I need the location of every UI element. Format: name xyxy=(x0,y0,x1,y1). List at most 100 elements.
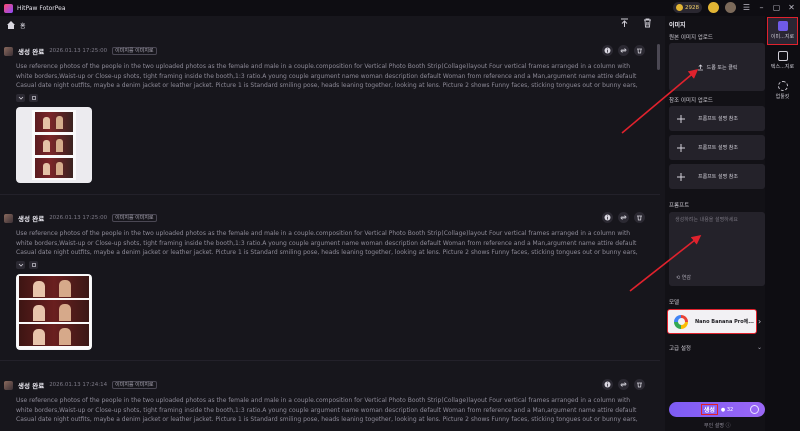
status-text: 생성 완료 xyxy=(18,215,45,223)
toolkit-icon xyxy=(777,81,788,91)
trash-icon[interactable] xyxy=(642,17,653,28)
home-label[interactable]: 홈 xyxy=(20,21,26,30)
credits-badge[interactable]: 2928 xyxy=(673,2,702,13)
app-title: HitPaw FotorPea xyxy=(17,4,66,12)
google-logo-icon xyxy=(674,314,688,329)
plus-icon xyxy=(677,172,685,181)
titlebar-right: 2928 ☰ – ▢ ✕ xyxy=(673,2,796,13)
advanced-settings-toggle[interactable]: 고급 설정 ⌄ xyxy=(669,344,765,354)
original-upload-label: 원본 이미지 업로드 xyxy=(669,35,713,41)
copy-icon[interactable] xyxy=(29,94,38,102)
plus-icon xyxy=(677,143,685,152)
photo-strip xyxy=(32,110,76,180)
thumbnail-icon xyxy=(4,46,13,56)
rail-item-text-to-image[interactable]: 텍스...지로 xyxy=(767,48,798,76)
menu-icon[interactable]: ☰ xyxy=(742,3,751,12)
card-divider xyxy=(0,360,660,361)
ref-slot-label: 프롬프트 설명 참조 xyxy=(698,116,738,122)
title-bar: HitPaw FotorPea 2928 ☰ – ▢ ✕ xyxy=(0,0,800,16)
delete-icon[interactable] xyxy=(634,45,645,56)
cost-value: 32 xyxy=(726,406,734,413)
optimize-button[interactable]: ⟲ 연감 xyxy=(676,274,691,281)
rail-label: 업툴킷 xyxy=(775,94,790,100)
ref-slot-label: 프롬프트 설명 참조 xyxy=(698,174,738,180)
card-header: 생성 완료 2026.01.13 17:25:00 이미지를 이미지로 xyxy=(4,212,157,224)
ref-upload-slot[interactable]: 프롬프트 설명 참조 xyxy=(669,164,765,189)
rail-item-toolkit[interactable]: 업툴킷 xyxy=(767,78,798,106)
prompt-text: Use reference photos of the people in th… xyxy=(16,230,638,256)
card-header: 생성 완료 2026.01.13 17:24:14 이미지를 이미지로 xyxy=(4,379,157,391)
chevron-down-icon: ⌄ xyxy=(756,344,762,351)
upload-text: 드롭 또는 클릭 xyxy=(706,64,738,71)
generation-panel: 이미지 원본 이미지 업로드 드롭 또는 클릭 참조 이미지 업로드 프롬프트 … xyxy=(665,16,765,431)
photo-frame xyxy=(19,300,89,322)
card-mini-actions xyxy=(16,261,38,269)
regenerate-icon[interactable] xyxy=(618,212,629,223)
info-icon[interactable] xyxy=(602,212,613,223)
status-text: 생성 완료 xyxy=(18,382,45,390)
info-icon[interactable] xyxy=(602,45,613,56)
ref-upload-slot[interactable]: 프롬프트 설명 참조 xyxy=(669,135,765,160)
thumbnail-icon xyxy=(4,213,13,223)
prompt-placeholder: 생성하려는 내용을 설명하세요 xyxy=(675,217,738,223)
upload-dropzone[interactable]: 드롭 또는 클릭 xyxy=(669,43,765,91)
rail-label: 텍스...지로 xyxy=(770,64,795,70)
photo-frame xyxy=(19,276,89,298)
text-image-icon xyxy=(777,51,788,61)
app-logo-icon xyxy=(4,3,13,13)
ref-upload-slot[interactable]: 프롬프트 설명 참조 xyxy=(669,106,765,131)
card-header: 생성 완료 2026.01.13 17:25:00 이미지를 이미지로 xyxy=(4,45,157,57)
prompt-label: 프롬프트 xyxy=(669,203,690,209)
result-image[interactable] xyxy=(16,274,92,350)
card-mini-actions xyxy=(16,94,38,102)
premium-icon[interactable] xyxy=(708,2,719,13)
nav-actions xyxy=(619,17,653,28)
home-icon[interactable] xyxy=(6,20,16,30)
rail-label: 이미...지로 xyxy=(770,34,795,40)
image-icon xyxy=(777,21,788,31)
delete-icon[interactable] xyxy=(634,379,645,390)
timestamp: 2026.01.13 17:25:00 xyxy=(49,48,108,54)
status-text: 생성 완료 xyxy=(18,48,45,56)
generate-info-icon[interactable] xyxy=(750,405,759,414)
timestamp: 2026.01.13 17:25:00 xyxy=(49,215,108,221)
photo-frame xyxy=(19,324,89,346)
minimize-icon[interactable]: – xyxy=(757,3,766,12)
card-tools xyxy=(602,212,645,223)
card-divider xyxy=(0,194,660,195)
result-image[interactable] xyxy=(16,107,92,183)
photo-frame xyxy=(35,112,73,132)
ref-upload-label: 참조 이미지 업로드 xyxy=(669,98,713,104)
prompt-text: Use reference photos of the people in th… xyxy=(16,397,638,423)
plus-icon xyxy=(677,114,685,123)
delete-icon[interactable] xyxy=(634,212,645,223)
info-icon[interactable] xyxy=(602,379,613,390)
feed-scrollbar[interactable] xyxy=(657,44,660,70)
regenerate-icon[interactable] xyxy=(618,45,629,56)
photo-frame xyxy=(35,158,73,178)
maximize-icon[interactable]: ▢ xyxy=(772,3,781,12)
expand-icon[interactable] xyxy=(16,261,25,269)
generate-cost: ● 32 xyxy=(720,406,734,413)
ref-slot-label: 프롬프트 설명 참조 xyxy=(698,145,738,151)
rail-item-image-to-image[interactable]: 이미...지로 xyxy=(767,17,798,45)
photo-frame xyxy=(35,135,73,155)
generate-label: 생성 xyxy=(700,404,718,415)
mode-tag: 이미지를 이미지로 xyxy=(112,47,157,55)
mode-tag: 이미지를 이미지로 xyxy=(112,214,157,222)
copy-icon[interactable] xyxy=(29,261,38,269)
chevron-right-icon[interactable]: › xyxy=(758,317,761,326)
expand-icon[interactable] xyxy=(16,94,25,102)
model-selector[interactable]: Nano Banana Pro에... xyxy=(667,309,757,334)
prompt-input[interactable]: 생성하려는 내용을 설명하세요 ⟲ 연감 xyxy=(669,212,765,286)
card-tools xyxy=(602,379,645,390)
photo-strip xyxy=(17,275,91,349)
panel-title: 이미지 xyxy=(669,22,686,29)
footer-link[interactable]: 부인 설명 ⓘ xyxy=(704,422,731,429)
avatar[interactable] xyxy=(725,2,736,13)
advanced-label: 고급 설정 xyxy=(669,346,691,352)
history-feed[interactable]: 생성 완료 2026.01.13 17:25:00 이미지를 이미지로 Use … xyxy=(0,34,665,431)
regenerate-icon[interactable] xyxy=(618,379,629,390)
scroll-top-icon[interactable] xyxy=(619,17,630,28)
close-icon[interactable]: ✕ xyxy=(787,3,796,12)
